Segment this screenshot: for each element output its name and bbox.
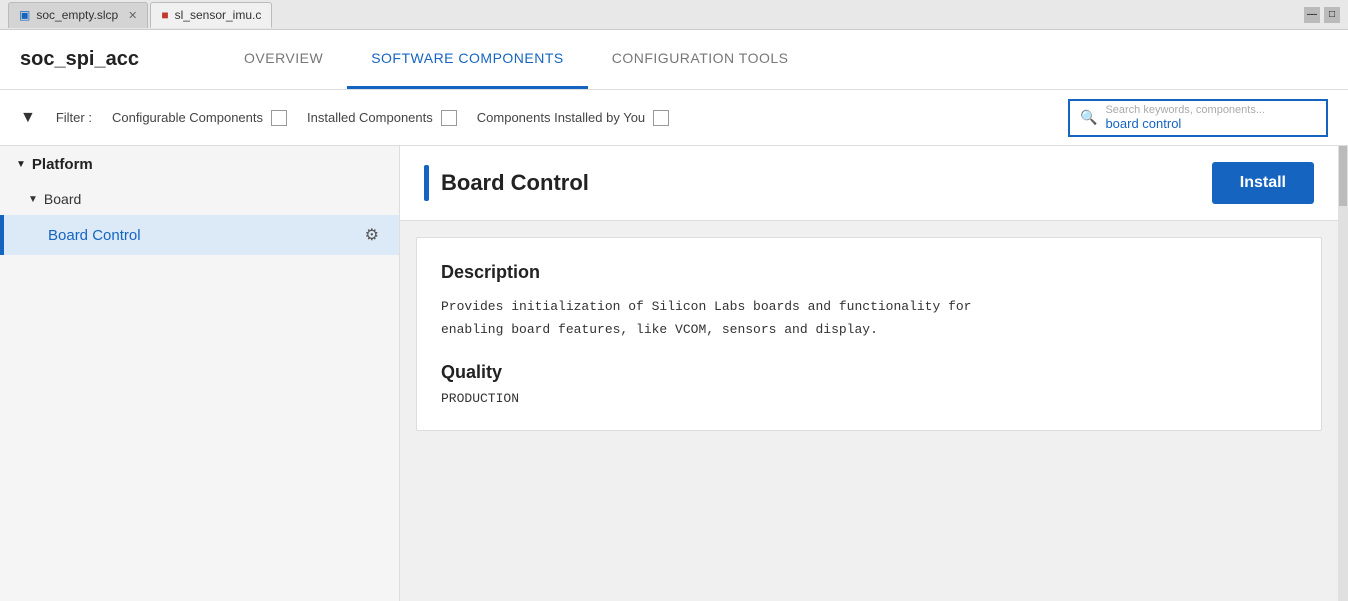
sidebar: ▼ Platform ▼ Board Board Control ⚙ (0, 146, 400, 601)
slcp-icon: ▣ (19, 8, 30, 22)
tab-soc-empty-label: soc_empty.slcp (36, 8, 118, 22)
tab-sl-sensor[interactable]: ■ sl_sensor_imu.c (150, 2, 272, 28)
filter-label: Filter : (56, 110, 92, 125)
tab-sl-sensor-label: sl_sensor_imu.c (175, 8, 262, 22)
scroll-thumb[interactable] (1339, 146, 1347, 206)
nav-tabs: OVERVIEW SOFTWARE COMPONENTS CONFIGURATI… (220, 30, 813, 89)
by-you-checkbox[interactable] (653, 110, 669, 126)
detail-body: Description Provides initialization of S… (400, 221, 1338, 601)
board-control-label: Board Control (48, 227, 141, 244)
detail-card: Description Provides initialization of S… (416, 237, 1322, 431)
quality-value: PRODUCTION (441, 391, 1297, 406)
description-text: Provides initialization of Silicon Labs … (441, 295, 1297, 342)
search-icon: 🔍 (1080, 109, 1097, 126)
minimize-button[interactable]: — (1304, 7, 1320, 23)
by-you-label: Components Installed by You (477, 110, 645, 125)
installed-components-label: Installed Components (307, 110, 433, 125)
configurable-checkbox[interactable] (271, 110, 287, 126)
nav-tab-configuration-tools[interactable]: CONFIGURATION TOOLS (588, 30, 813, 89)
detail-panel: Board Control Install Description Provid… (400, 146, 1338, 601)
detail-title-bar (424, 165, 429, 201)
filter-bar: ▼ Filter : Configurable Components Insta… (0, 90, 1348, 146)
configurable-components-label: Configurable Components (112, 110, 263, 125)
filter-by-you: Components Installed by You (477, 110, 669, 126)
maximize-button[interactable]: □ (1324, 7, 1340, 23)
quality-title: Quality (441, 362, 1297, 383)
app-title: soc_spi_acc (20, 48, 180, 71)
nav-tab-overview[interactable]: OVERVIEW (220, 30, 347, 89)
gear-icon: ⚙ (365, 225, 379, 245)
tab-bar: ▣ soc_empty.slcp ✕ ■ sl_sensor_imu.c — □ (0, 0, 1348, 30)
tab-soc-empty-close[interactable]: ✕ (128, 9, 137, 22)
search-value[interactable]: board control (1105, 116, 1316, 131)
installed-checkbox[interactable] (441, 110, 457, 126)
main-nav: soc_spi_acc OVERVIEW SOFTWARE COMPONENTS… (0, 30, 1348, 90)
platform-header[interactable]: ▼ Platform (0, 146, 399, 183)
scroll-track[interactable] (1338, 146, 1348, 601)
search-placeholder: Search keywords, components... (1105, 104, 1316, 116)
board-label: Board (44, 191, 81, 207)
description-title: Description (441, 262, 1297, 283)
install-button[interactable]: Install (1212, 162, 1314, 204)
platform-label: Platform (32, 156, 93, 173)
window-controls: — □ (1304, 7, 1340, 23)
c-file-icon: ■ (161, 8, 168, 22)
content-area: ▼ Platform ▼ Board Board Control ⚙ Board… (0, 146, 1348, 601)
filter-installed: Installed Components (307, 110, 457, 126)
detail-title-group: Board Control (424, 165, 589, 201)
detail-title-text: Board Control (441, 170, 589, 196)
platform-triangle: ▼ (16, 159, 26, 170)
search-input-wrapper: Search keywords, components... board con… (1105, 104, 1316, 131)
search-box[interactable]: 🔍 Search keywords, components... board c… (1068, 99, 1328, 137)
sidebar-item-board-control[interactable]: Board Control ⚙ (0, 215, 399, 255)
platform-section: ▼ Platform ▼ Board Board Control ⚙ (0, 146, 399, 255)
filter-icon: ▼ (20, 109, 36, 127)
detail-header: Board Control Install (400, 146, 1338, 221)
filter-configurable: Configurable Components (112, 110, 287, 126)
board-header[interactable]: ▼ Board (0, 183, 399, 215)
tab-soc-empty[interactable]: ▣ soc_empty.slcp ✕ (8, 2, 148, 28)
nav-tab-software-components[interactable]: SOFTWARE COMPONENTS (347, 30, 588, 89)
board-triangle: ▼ (28, 194, 38, 205)
